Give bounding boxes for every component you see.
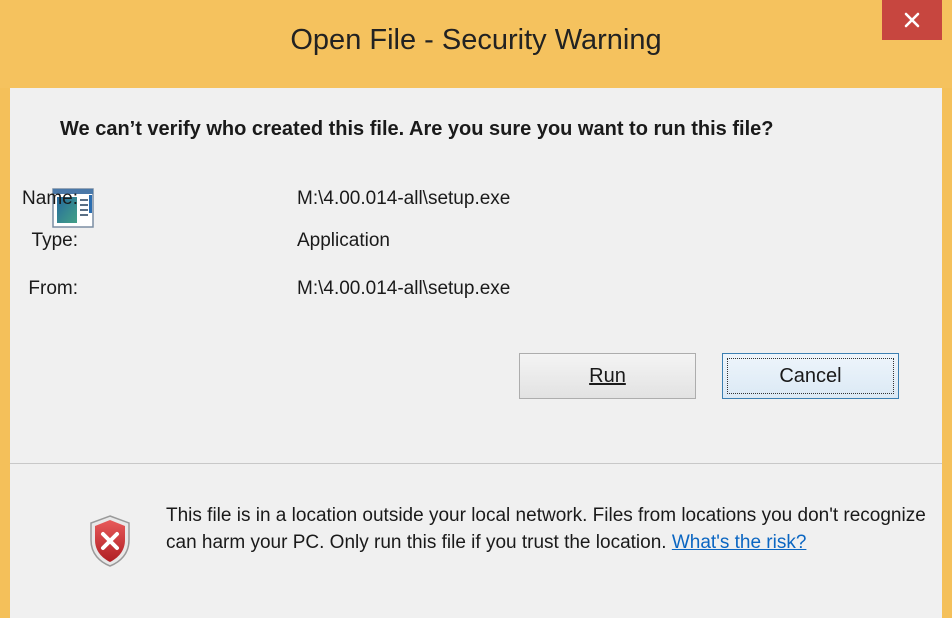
warning-heading: We can’t verify who created this file. A… <box>60 118 774 140</box>
file-type-value: Application <box>297 230 390 251</box>
whats-the-risk-link[interactable]: What's the risk? <box>672 532 807 553</box>
file-type-row: Type: Application <box>10 230 710 258</box>
security-shield-icon <box>90 515 130 567</box>
window-title: Open File - Security Warning <box>290 24 662 56</box>
cancel-button[interactable]: Cancel <box>722 353 899 399</box>
dialog-body: We can’t verify who created this file. A… <box>10 88 942 618</box>
file-from-row: From: M:\4.00.014-all\setup.exe <box>10 278 710 306</box>
security-warning-window: Open File - Security Warning We can’t ve… <box>0 0 952 618</box>
warning-message: This file is in a location outside your … <box>166 502 926 556</box>
focus-rectangle <box>727 358 894 394</box>
file-name-row: Name: M:\4.00.014-all\setup.exe <box>10 188 710 216</box>
file-name-label: Name: <box>22 188 78 209</box>
title-bar[interactable]: Open File - Security Warning <box>0 0 952 88</box>
close-button[interactable] <box>882 0 942 40</box>
run-button[interactable]: Run <box>519 353 696 399</box>
file-type-label: Type: <box>31 230 78 251</box>
close-icon <box>904 12 920 28</box>
run-button-label: Run <box>589 364 626 387</box>
file-from-label: From: <box>28 278 78 299</box>
warning-footer: This file is in a location outside your … <box>10 464 942 618</box>
warning-text: This file is in a location outside your … <box>166 505 926 553</box>
file-name-value: M:\4.00.014-all\setup.exe <box>297 188 511 209</box>
file-from-value: M:\4.00.014-all\setup.exe <box>297 278 511 299</box>
